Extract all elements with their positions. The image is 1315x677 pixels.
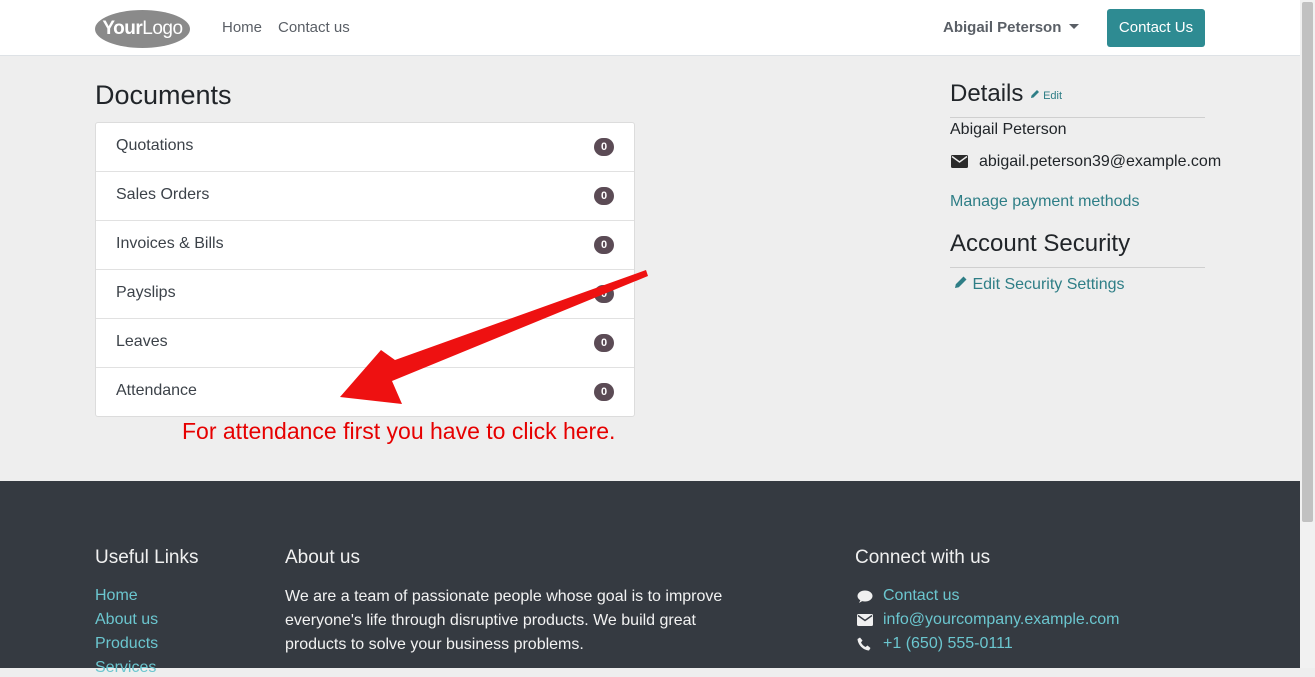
footer-link-about[interactable]: About us: [95, 611, 158, 629]
footer-link-products[interactable]: Products: [95, 635, 158, 653]
connect-title: Connect with us: [855, 547, 991, 568]
footer-link-home[interactable]: Home: [95, 587, 138, 605]
page-scrollbar[interactable]: [1300, 0, 1315, 668]
envelope-icon: [951, 155, 968, 168]
about-us-text: We are a team of passionate people whose…: [285, 588, 723, 653]
annotation-arrow-icon: [340, 270, 648, 404]
annotation-text: For attendance first you have to click h…: [182, 418, 616, 444]
footer-link-services[interactable]: Services: [95, 659, 156, 677]
footer-phone-link[interactable]: +1 (650) 555-0111: [883, 635, 1013, 653]
phone-icon: [857, 637, 871, 651]
detail-email: abigail.peterson39@example.com: [979, 153, 1222, 170]
caret-down-icon: [1069, 24, 1080, 29]
edit-security-settings-link[interactable]: Edit Security Settings: [954, 275, 1125, 294]
detail-name: Abigail Peterson: [950, 121, 1067, 138]
footer-contact-link[interactable]: Contact us: [883, 587, 959, 605]
comment-icon: [857, 590, 873, 603]
divider: [950, 267, 1205, 268]
footer: Useful Links Home About us Products Serv…: [0, 481, 1300, 676]
account-security-title: Account Security: [950, 230, 1131, 257]
details-title: Details: [950, 80, 1024, 107]
user-name: Abigail Peterson: [943, 19, 1062, 36]
useful-links-title: Useful Links: [95, 547, 199, 568]
footer-email-link[interactable]: info@yourcompany.example.com: [883, 611, 1120, 629]
edit-security-label: Edit Security Settings: [972, 276, 1125, 293]
edit-details-link[interactable]: Edit: [1030, 89, 1062, 102]
contact-us-button[interactable]: Contact Us: [1107, 9, 1205, 47]
scrollbar-thumb[interactable]: [1302, 2, 1313, 522]
divider: [950, 117, 1205, 118]
manage-payment-methods-link[interactable]: Manage payment methods: [950, 193, 1139, 211]
pencil-icon: [955, 276, 967, 288]
user-menu-dropdown[interactable]: Abigail Peterson: [943, 19, 1080, 36]
edit-label: Edit: [1043, 90, 1063, 102]
about-us-title: About us: [285, 547, 360, 568]
pencil-icon: [1031, 90, 1039, 98]
envelope-icon: [857, 614, 873, 626]
